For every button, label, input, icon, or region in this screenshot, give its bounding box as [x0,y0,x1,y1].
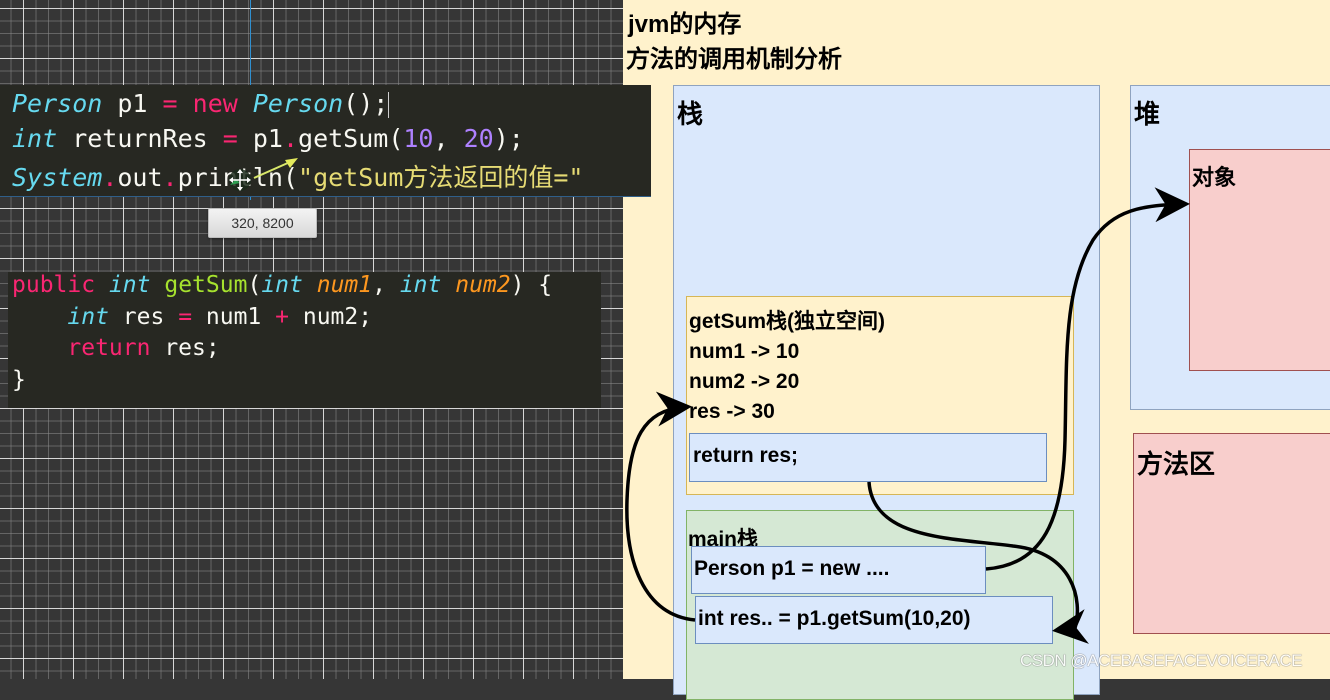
code-token: (); [343,89,389,118]
code-token: num2 [455,272,511,298]
code-token: ) { [510,272,553,298]
drag-arrow-icon [253,158,298,179]
return-statement-box[interactable]: return res; [689,433,1047,482]
frame-var-num2: num2 -> 20 [689,370,800,393]
code-token: int [67,304,109,330]
move-cursor-icon [229,169,251,191]
heap-label: 堆 [1134,99,1161,129]
diagram-title: jvm的内存 [628,11,742,38]
code-token: new [192,89,238,118]
code-token: = [178,304,193,330]
code-token: p1 [102,89,163,118]
code-token: res; [150,335,220,361]
code-token: = [222,124,238,153]
code-line: Person p1 = new Person(); [12,89,390,118]
person-statement-box[interactable]: Person p1 = new .... [691,546,986,594]
code-token: 10 [403,124,434,153]
code-line: } [12,367,26,393]
code-token: int [108,272,151,298]
watermark: CSDN @ACEBASEFACEVOICERACE [1020,651,1303,670]
code-token: "getSum方法返回的值=" [298,163,584,192]
code-token: ( [247,272,262,298]
code-token: System [12,163,103,192]
return-statement: return res; [693,444,799,467]
code-token: ); [493,124,524,153]
code-token: , [372,272,400,298]
person-statement: Person p1 = new .... [694,557,890,580]
call-statement: int res.. = p1.getSum(10,20) [698,607,971,630]
method-area[interactable]: 方法区 [1133,433,1330,634]
text-caret [388,92,390,118]
code-token: = [162,89,178,118]
code-line: public int getSum(int num1, int num2) { [12,272,552,298]
frame-var-num1: num1 -> 10 [689,340,800,363]
code-snippet-getsum[interactable]: public int getSum(int num1, int num2) { … [8,272,601,408]
code-token: 20 [463,124,494,153]
code-token: num2; [289,304,373,330]
code-token: public [12,272,96,298]
call-statement-box[interactable]: int res.. = p1.getSum(10,20) [695,596,1053,644]
code-token: num1 [316,272,373,298]
jvm-memory-diagram: jvm的内存 方法的调用机制分析 栈 堆 对象 方法区 getSum栈(独立空间… [623,0,1330,700]
code-token: p1 [237,124,283,153]
code-line: int returnRes = p1.getSum(10, 20); [12,124,524,153]
code-token: getSum( [298,124,404,153]
code-token: returnRes [57,124,223,153]
coordinate-tooltip: 320, 8200 [208,208,317,238]
code-token: res [108,304,179,330]
code-token: Person [252,89,344,118]
code-token: Person [12,89,103,118]
frame-title: getSum栈(独立空间) [689,310,885,333]
getsum-frame-vars: getSum栈(独立空间) num1 -> 10 num2 -> 20 res … [689,307,885,427]
code-token: getSum [164,272,248,298]
method-area-label: 方法区 [1137,449,1216,479]
object-label: 对象 [1192,165,1237,190]
code-line: int res = num1 + num2; [12,304,372,330]
code-token: } [12,367,26,393]
code-token: int [12,124,58,153]
code-token: . [162,163,178,192]
frame-var-res: res -> 30 [689,400,775,423]
code-token: int [399,272,442,298]
code-token: out [117,163,163,192]
heap-object[interactable]: 对象 [1189,149,1330,371]
diagram-subtitle: 方法的调用机制分析 [626,46,842,73]
code-token: num1 [192,304,276,330]
stack-label: 栈 [677,99,704,129]
code-token: + [275,304,289,330]
code-token: , [433,124,464,153]
grid-canvas[interactable]: Person p1 = new Person(); int returnRes =… [0,0,651,679]
code-token: return [67,335,151,361]
code-snippet-main[interactable]: Person p1 = new Person(); int returnRes =… [0,85,651,197]
code-token: . [102,163,118,192]
code-line: return res; [12,335,220,361]
code-token: int [261,272,303,298]
code-token: . [282,124,299,153]
